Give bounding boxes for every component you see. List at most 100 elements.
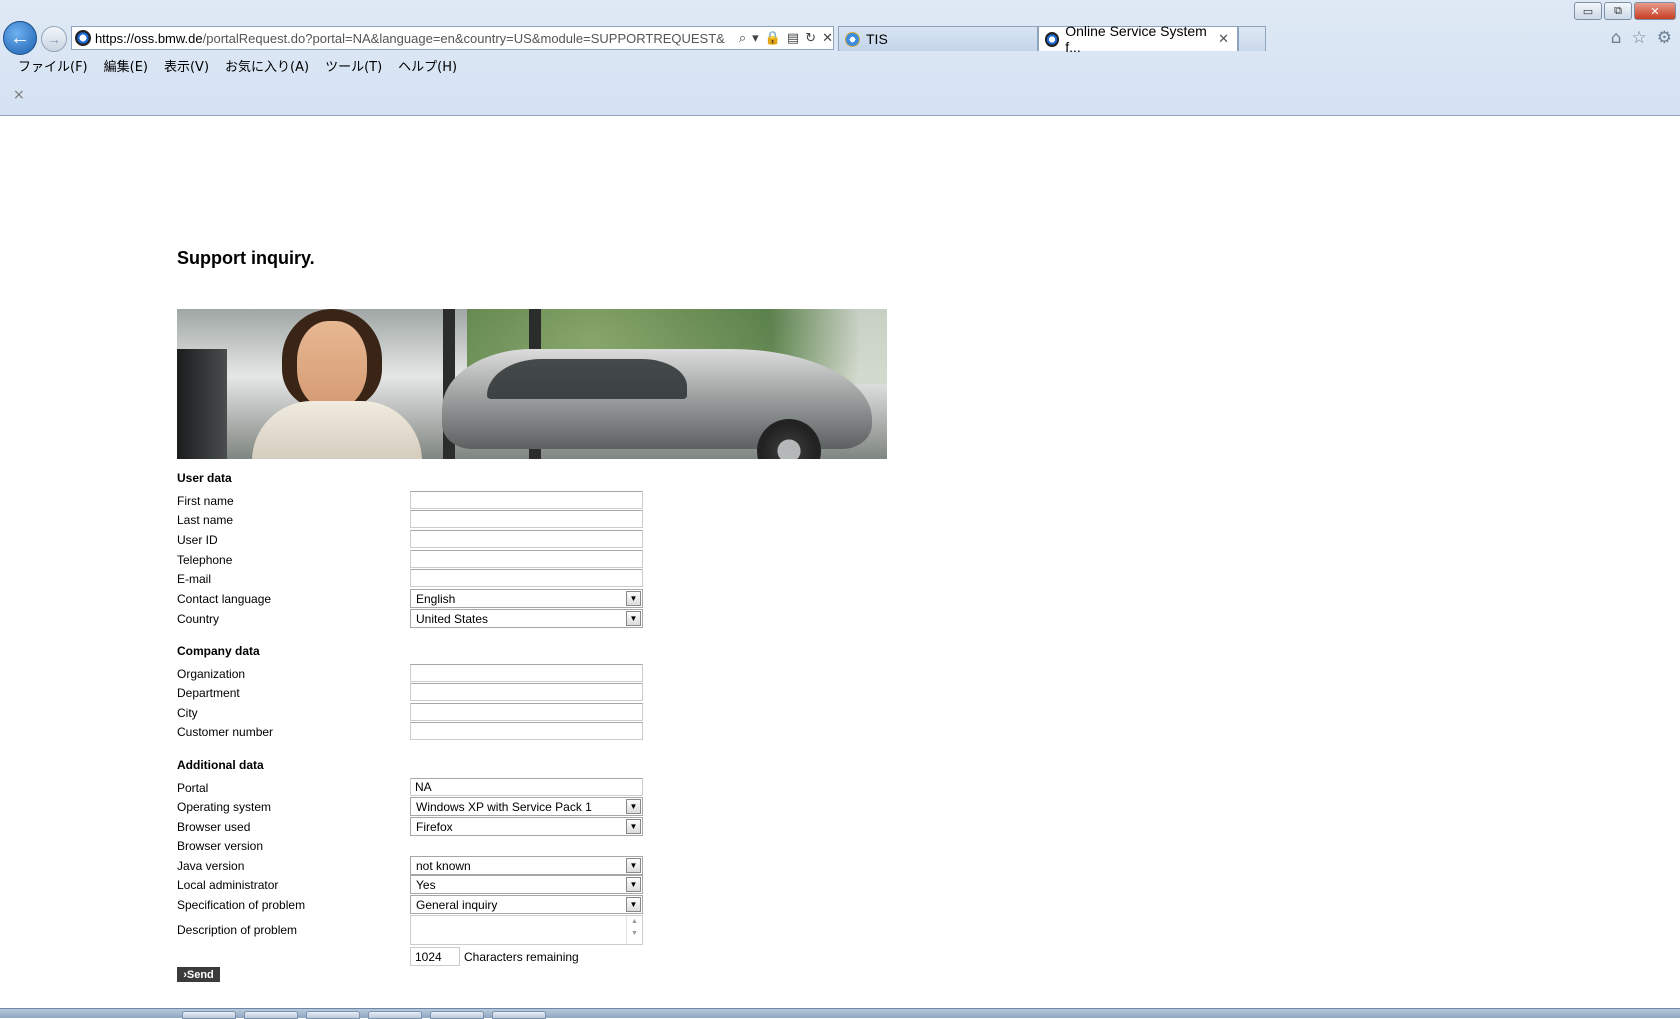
- local-administrator-select[interactable]: Yes ▼: [410, 875, 643, 894]
- tab-label: TIS: [866, 31, 888, 47]
- operating-system-value: Windows XP with Service Pack 1: [416, 800, 592, 814]
- specification-of-problem-select[interactable]: General inquiry ▼: [410, 895, 643, 914]
- close-bar-icon[interactable]: ×: [13, 87, 25, 103]
- organization-label: Organization: [177, 667, 246, 681]
- stop-icon[interactable]: ✕: [822, 31, 833, 46]
- chevron-down-icon[interactable]: ▼: [626, 591, 641, 606]
- lock-icon[interactable]: 🔒: [765, 31, 781, 46]
- url-path: /portalRequest.do?portal=NA&language=en&…: [202, 30, 725, 46]
- java-version-value: not known: [416, 859, 471, 873]
- restore-button[interactable]: ⧉: [1604, 2, 1632, 20]
- search-icon[interactable]: ⌕: [739, 31, 746, 46]
- forward-button[interactable]: →: [41, 26, 67, 52]
- send-button[interactable]: ›Send: [177, 967, 220, 982]
- menu-file[interactable]: ファイル(F): [10, 56, 96, 75]
- specification-of-problem-value: General inquiry: [416, 898, 498, 912]
- portal-field[interactable]: NA: [410, 778, 643, 796]
- chevron-down-icon[interactable]: ▼: [626, 819, 641, 834]
- java-version-select[interactable]: not known ▼: [410, 856, 643, 875]
- home-icon[interactable]: ⌂: [1611, 28, 1622, 48]
- tab-label: Online Service System f...: [1065, 23, 1207, 55]
- car-window: [487, 359, 687, 399]
- support-banner-image: [177, 309, 887, 459]
- java-version-label: Java version: [177, 859, 245, 873]
- url-text[interactable]: https://oss.bmw.de/portalRequest.do?port…: [95, 31, 733, 46]
- dropdown-icon[interactable]: ▾: [752, 31, 759, 46]
- forward-arrow-icon: →: [47, 31, 61, 47]
- chevron-down-icon[interactable]: ▼: [626, 799, 641, 814]
- characters-remaining-counter: 1024: [410, 947, 460, 966]
- user-id-label: User ID: [177, 533, 218, 547]
- bmw-favicon-icon: [75, 30, 91, 46]
- close-window-button[interactable]: ✕: [1634, 2, 1676, 20]
- menu-edit[interactable]: 編集(E): [96, 56, 156, 75]
- agent-face: [297, 321, 367, 409]
- chevron-down-icon[interactable]: ▼: [626, 611, 641, 626]
- new-tab-button[interactable]: [1238, 26, 1266, 51]
- back-button[interactable]: ←: [3, 21, 37, 55]
- user-id-field[interactable]: [410, 530, 643, 548]
- description-of-problem-textarea[interactable]: ▲ ▼: [410, 915, 643, 945]
- window-controls: ▭ ⧉ ✕: [1574, 2, 1676, 20]
- country-select[interactable]: United States ▼: [410, 609, 643, 628]
- gear-icon[interactable]: ⚙: [1657, 28, 1672, 48]
- tab-tis[interactable]: TIS: [838, 26, 1038, 51]
- minimize-button[interactable]: ▭: [1574, 2, 1602, 20]
- operating-system-select[interactable]: Windows XP with Service Pack 1 ▼: [410, 797, 643, 816]
- department-label: Department: [177, 686, 240, 700]
- chevron-down-icon[interactable]: ▼: [626, 897, 641, 912]
- contact-language-label: Contact language: [177, 592, 272, 606]
- toolbar-icons: ⌂ ☆ ⚙: [1611, 28, 1672, 48]
- chevron-down-icon[interactable]: ▼: [626, 877, 641, 892]
- menu-bar: ファイル(F) 編集(E) 表示(V) お気に入り(A) ツール(T) ヘルプ(…: [10, 56, 465, 75]
- organization-field[interactable]: [410, 664, 643, 682]
- contact-language-select[interactable]: English ▼: [410, 589, 643, 608]
- browser-chrome: ▭ ⧉ ✕ ← → https://oss.bmw.de/portalReque…: [0, 0, 1680, 116]
- refresh-icon[interactable]: ↻: [805, 31, 816, 46]
- address-tools: ⌕ ▾ 🔒 ▤ ↻ ✕: [739, 31, 833, 46]
- city-field[interactable]: [410, 703, 643, 721]
- tab-online-service-system[interactable]: Online Service System f... ✕: [1038, 23, 1238, 55]
- email-label: E-mail: [177, 572, 212, 586]
- characters-remaining-label: Characters remaining: [464, 950, 579, 964]
- department-field[interactable]: [410, 683, 643, 701]
- telephone-label: Telephone: [177, 553, 233, 567]
- operating-system-label: Operating system: [177, 800, 272, 814]
- close-tab-icon[interactable]: ✕: [1218, 31, 1229, 47]
- portal-label: Portal: [177, 781, 209, 795]
- menu-favorites[interactable]: お気に入り(A): [217, 56, 317, 75]
- additional-data-heading: Additional data: [177, 758, 264, 772]
- user-data-heading: User data: [177, 471, 232, 485]
- city-label: City: [177, 706, 198, 720]
- email-field[interactable]: [410, 569, 643, 587]
- support-agent-illustration: [232, 309, 432, 459]
- browser-used-value: Firefox: [416, 820, 453, 834]
- last-name-field[interactable]: [410, 510, 643, 528]
- last-name-label: Last name: [177, 513, 234, 527]
- browser-used-label: Browser used: [177, 820, 251, 834]
- ie-page-icon: [845, 31, 860, 47]
- favorites-star-icon[interactable]: ☆: [1632, 28, 1647, 48]
- compat-view-icon[interactable]: ▤: [787, 31, 799, 46]
- chevron-down-icon[interactable]: ▼: [626, 858, 641, 873]
- menu-tools[interactable]: ツール(T): [317, 56, 390, 75]
- local-administrator-value: Yes: [416, 878, 436, 892]
- agent-body: [252, 401, 422, 459]
- country-label: Country: [177, 612, 220, 626]
- customer-number-label: Customer number: [177, 725, 274, 739]
- browser-used-select[interactable]: Firefox ▼: [410, 817, 643, 836]
- first-name-field[interactable]: [410, 491, 643, 509]
- browser-version-label: Browser version: [177, 839, 264, 853]
- textarea-scrollbar[interactable]: ▲ ▼: [626, 916, 642, 944]
- address-bar[interactable]: https://oss.bmw.de/portalRequest.do?port…: [71, 26, 834, 50]
- local-administrator-label: Local administrator: [177, 878, 279, 892]
- company-data-heading: Company data: [177, 644, 260, 658]
- country-value: United States: [416, 612, 489, 626]
- menu-view[interactable]: 表示(V): [156, 56, 217, 75]
- taskbar: [0, 1008, 1680, 1019]
- menu-help[interactable]: ヘルプ(H): [390, 56, 465, 75]
- customer-number-field[interactable]: [410, 722, 643, 740]
- telephone-field[interactable]: [410, 550, 643, 568]
- url-domain: https://oss.bmw.de: [94, 30, 203, 46]
- specification-of-problem-label: Specification of problem: [177, 898, 306, 912]
